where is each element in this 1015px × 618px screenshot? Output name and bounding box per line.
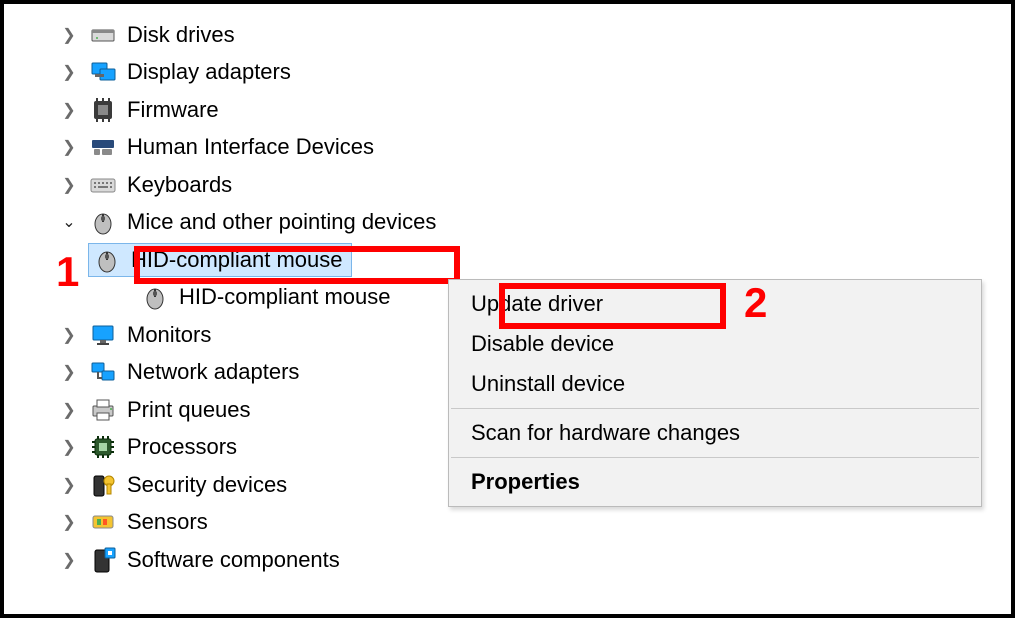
processor-icon — [89, 433, 117, 461]
tree-item-label: Monitors — [127, 322, 211, 348]
security-icon — [89, 471, 117, 499]
keyboard-icon — [89, 171, 117, 199]
disk-drive-icon — [89, 21, 117, 49]
hid-icon — [89, 133, 117, 161]
chevron-right-icon[interactable]: ❯ — [59, 550, 79, 570]
context-separator — [451, 457, 979, 458]
tree-item-label: Network adapters — [127, 359, 299, 385]
chevron-right-icon[interactable]: ❯ — [59, 62, 79, 82]
tree-item-label: Sensors — [127, 509, 208, 535]
mouse-icon — [141, 283, 169, 311]
chevron-down-icon[interactable]: ⌄ — [59, 212, 79, 232]
sensor-icon — [89, 508, 117, 536]
tree-item-label: Human Interface Devices — [127, 134, 374, 160]
context-separator — [451, 408, 979, 409]
tree-item-label: Mice and other pointing devices — [127, 209, 436, 235]
context-item-disable-device[interactable]: Disable device — [449, 324, 981, 364]
context-menu: Update driver Disable device Uninstall d… — [448, 279, 982, 507]
chevron-right-icon[interactable]: ❯ — [59, 100, 79, 120]
monitor-icon — [89, 321, 117, 349]
chevron-right-icon[interactable]: ❯ — [59, 512, 79, 532]
software-component-icon — [89, 546, 117, 574]
tree-item-label: Display adapters — [127, 59, 291, 85]
context-item-uninstall-device[interactable]: Uninstall device — [449, 364, 981, 404]
tree-item-hid[interactable]: ❯ Human Interface Devices — [4, 129, 1011, 167]
chevron-right-icon[interactable]: ❯ — [59, 325, 79, 345]
tree-item-label: Processors — [127, 434, 237, 460]
tree-item-label: HID-compliant mouse — [179, 284, 391, 310]
tree-item-label: Firmware — [127, 97, 219, 123]
tree-item-disk-drives[interactable]: ❯ Disk drives — [4, 16, 1011, 54]
tree-item-sensors[interactable]: ❯ Sensors — [4, 504, 1011, 542]
tree-item-label: Disk drives — [127, 22, 235, 48]
device-manager-frame: ❯ Disk drives ❯ Display adapters ❯ Firmw… — [0, 0, 1015, 618]
network-adapter-icon — [89, 358, 117, 386]
tree-item-keyboards[interactable]: ❯ Keyboards — [4, 166, 1011, 204]
tree-item-label: Security devices — [127, 472, 287, 498]
context-item-update-driver[interactable]: Update driver — [449, 284, 981, 324]
tree-item-label: Software components — [127, 547, 340, 573]
tree-item-software-components[interactable]: ❯ Software components — [4, 541, 1011, 579]
mouse-icon — [89, 208, 117, 236]
tree-item-mice[interactable]: ⌄ Mice and other pointing devices — [4, 204, 1011, 242]
chevron-right-icon[interactable]: ❯ — [59, 400, 79, 420]
chevron-right-icon[interactable]: ❯ — [59, 137, 79, 157]
tree-item-hid-mouse-1[interactable]: ❯ HID-compliant mouse — [4, 241, 1011, 279]
firmware-icon — [89, 96, 117, 124]
mouse-icon — [93, 246, 121, 274]
chevron-right-icon[interactable]: ❯ — [59, 175, 79, 195]
display-adapters-icon — [89, 58, 117, 86]
printer-icon — [89, 396, 117, 424]
tree-item-firmware[interactable]: ❯ Firmware — [4, 91, 1011, 129]
chevron-right-icon[interactable]: ❯ — [59, 25, 79, 45]
tree-item-label: Print queues — [127, 397, 251, 423]
chevron-right-icon[interactable]: ❯ — [59, 362, 79, 382]
tree-item-label: Keyboards — [127, 172, 232, 198]
chevron-right-icon[interactable]: ❯ — [59, 437, 79, 457]
tree-item-display-adapters[interactable]: ❯ Display adapters — [4, 54, 1011, 92]
context-item-scan-hardware[interactable]: Scan for hardware changes — [449, 413, 981, 453]
context-item-properties[interactable]: Properties — [449, 462, 981, 502]
chevron-right-icon[interactable]: ❯ — [59, 475, 79, 495]
tree-item-label: HID-compliant mouse — [131, 247, 343, 273]
